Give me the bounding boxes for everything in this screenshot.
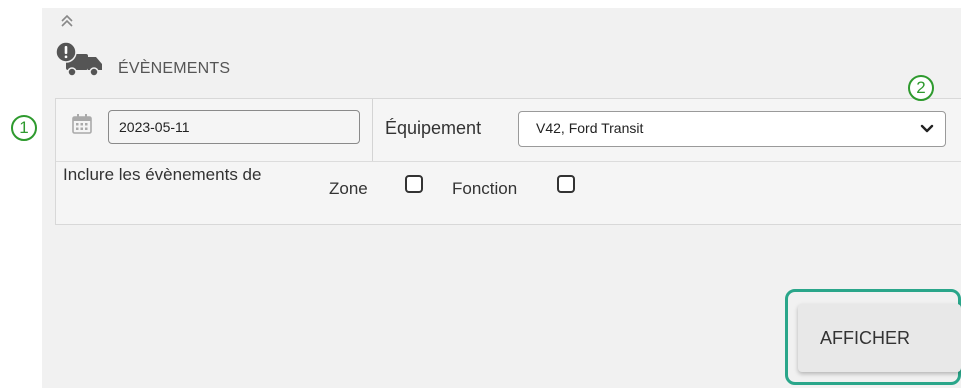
form-left-border [55,99,56,224]
truck-alert-icon [55,42,102,77]
equipment-selected-value: V42, Ford Transit [536,120,644,136]
equipment-label: Équipement [385,118,482,138]
double-chevron-up-icon[interactable] [58,12,76,30]
calendar-icon[interactable] [70,112,94,136]
callout-marker-2: 2 [908,75,934,101]
section-title: ÉVÈNEMENTS [118,60,231,77]
afficher-button[interactable]: AFFICHER [798,304,961,372]
date-input[interactable] [108,110,360,144]
chevron-down-icon[interactable] [918,120,936,138]
cell-divider [372,99,373,161]
zone-checkbox[interactable] [405,175,423,193]
fonction-label: Fonction [452,179,518,198]
zone-label: Zone [329,179,368,198]
fonction-checkbox[interactable] [557,175,575,193]
include-events-label: Inclure les évènements de [63,165,262,184]
callout-marker-1: 1 [11,115,37,141]
